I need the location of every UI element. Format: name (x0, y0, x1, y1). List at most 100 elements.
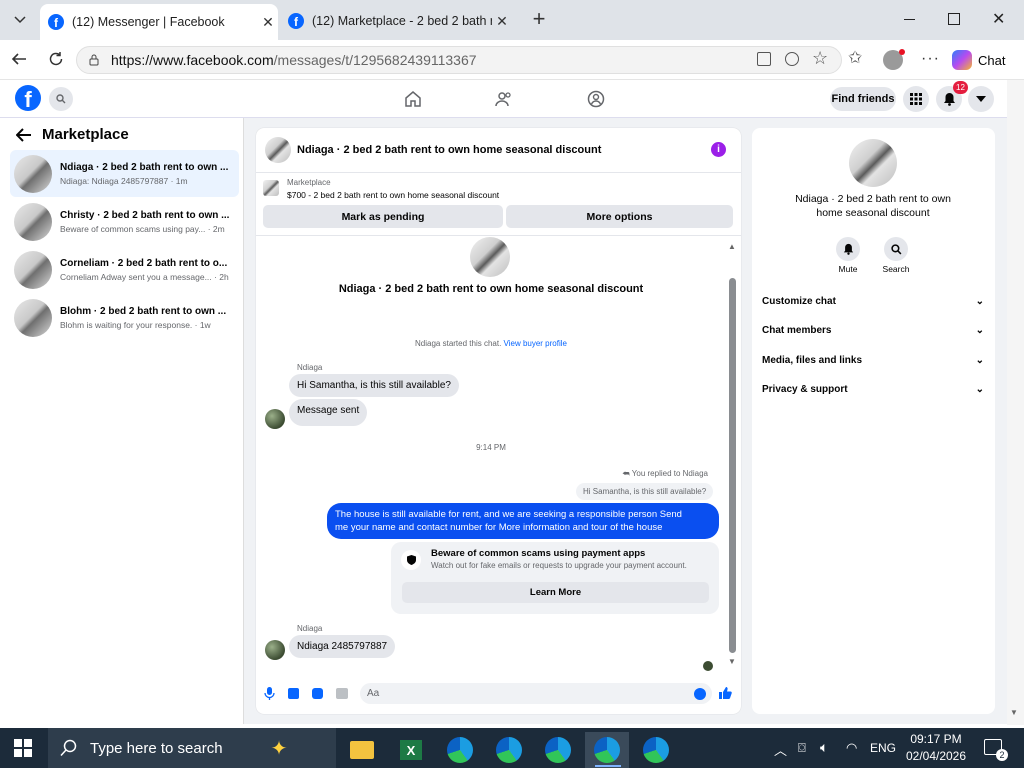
sender-name: Ndiaga (297, 624, 323, 633)
sticker-icon[interactable] (312, 688, 323, 699)
info-icon[interactable]: i (711, 142, 726, 157)
emoji-icon[interactable] (694, 688, 706, 700)
search-icon (890, 243, 901, 254)
find-friends-button[interactable]: Find friends (830, 87, 896, 111)
privacy-support-section[interactable]: Privacy & support ⌄ (762, 384, 984, 395)
search-icon[interactable] (49, 87, 73, 111)
scroll-down-arrow[interactable]: ▼ (728, 657, 736, 666)
sender-name: Ndiaga (297, 363, 323, 372)
search-button[interactable] (884, 237, 908, 261)
address-bar[interactable]: https://www.facebook.com/messages/t/1295… (76, 46, 842, 74)
listing-thumbnail (14, 154, 52, 193)
favorite-star-icon[interactable]: ☆ (812, 48, 828, 69)
clock-date[interactable]: 02/04/2026 (900, 749, 972, 763)
new-tab-button[interactable]: + (528, 8, 550, 31)
gif-icon[interactable] (336, 688, 348, 699)
groups-icon[interactable] (587, 90, 605, 108)
chevron-down-icon: ⌄ (975, 384, 984, 395)
copilot-label: Chat (978, 52, 1006, 68)
conversation-item[interactable]: Blohm · 2 bed 2 bath rent to own ... Blo… (10, 294, 239, 341)
chat-header-avatar[interactable] (265, 137, 291, 163)
view-buyer-profile-link[interactable]: View buyer profile (504, 339, 567, 348)
input-placeholder: Aa (367, 688, 380, 699)
app-available-icon[interactable] (757, 52, 771, 66)
chat-header-title[interactable]: Ndiaga · 2 bed 2 bath rent to own home s… (297, 144, 601, 156)
received-message[interactable]: Message sent (289, 399, 368, 426)
more-options-button[interactable]: More options (506, 205, 733, 228)
microphone-icon[interactable] (264, 687, 275, 700)
menu-grid-icon[interactable] (903, 86, 929, 112)
warning-title: Beware of common scams using payment app… (431, 548, 646, 559)
favorites-icon[interactable]: ✩ (848, 48, 862, 68)
friends-icon[interactable] (495, 90, 513, 108)
mark-as-pending-button[interactable]: Mark as pending (263, 205, 503, 228)
more-menu-icon[interactable]: ··· (921, 50, 940, 68)
network-icon[interactable]: ◠ (846, 740, 857, 756)
scroll-up-arrow[interactable]: ▲ (728, 242, 736, 251)
edge-taskbar-icon[interactable] (487, 732, 531, 768)
edge-taskbar-icon-active[interactable] (585, 732, 629, 768)
divider (256, 235, 741, 236)
sent-message-line: The house is still available for rent, a… (335, 509, 682, 520)
close-tab-icon[interactable]: ✕ (492, 13, 512, 30)
language-indicator[interactable]: ENG (870, 741, 896, 755)
customize-chat-section[interactable]: Customize chat ⌄ (762, 296, 984, 307)
reply-icon: ⮪ (622, 469, 630, 478)
start-button[interactable] (14, 739, 32, 757)
minimize-button[interactable] (900, 12, 920, 28)
zoom-icon[interactable] (785, 52, 799, 66)
listing-thumbnail[interactable] (263, 180, 279, 196)
tab-marketplace[interactable]: f (12) Marketplace - 2 bed 2 bath re ✕ (280, 6, 512, 36)
conversation-item[interactable]: Christy · 2 bed 2 bath rent to own ... B… (10, 198, 239, 245)
chat-scrollbar[interactable] (729, 278, 736, 653)
facebook-logo-icon[interactable]: f (15, 85, 41, 111)
taskbar-search-box[interactable]: Type here to search ✦ (48, 728, 336, 768)
refresh-button[interactable] (47, 50, 67, 70)
edge-taskbar-icon[interactable] (536, 732, 580, 768)
mute-button[interactable] (836, 237, 860, 261)
facebook-favicon-icon: f (288, 13, 304, 29)
started-text: Ndiaga started this chat. (415, 339, 502, 348)
chat-members-section[interactable]: Chat members ⌄ (762, 325, 984, 336)
close-tab-icon[interactable]: ✕ (258, 14, 278, 31)
search-label: Search (882, 264, 910, 274)
sender-avatar[interactable] (265, 640, 285, 660)
tab-actions-menu[interactable] (8, 10, 32, 30)
home-icon[interactable] (404, 90, 422, 108)
volume-icon[interactable]: 🔈︎ (820, 739, 828, 756)
listing-price-title[interactable]: $700 - 2 bed 2 bath rent to own home sea… (287, 190, 499, 200)
learn-more-button[interactable]: Learn More (402, 582, 709, 603)
edge-taskbar-icon[interactable] (634, 732, 678, 768)
media-files-links-section[interactable]: Media, files and links ⌄ (762, 355, 984, 366)
received-message[interactable]: Ndiaga 2485797887 (289, 635, 396, 658)
account-menu-icon[interactable] (968, 86, 994, 112)
tab-messenger[interactable]: f (12) Messenger | Facebook ✕ (40, 4, 278, 40)
warning-body: Watch out for fake emails or requests to… (431, 561, 687, 570)
show-hidden-icons[interactable]: ︿ (774, 740, 787, 759)
sender-avatar[interactable] (265, 409, 285, 429)
received-message[interactable]: Hi Samantha, is this still available? (289, 374, 459, 397)
restore-button[interactable] (948, 13, 960, 25)
page-scrollbar[interactable] (1007, 80, 1024, 725)
excel-taskbar-icon[interactable]: X (389, 732, 433, 768)
clock-time[interactable]: 09:17 PM (900, 732, 972, 746)
copilot-chat-button[interactable]: Chat (952, 48, 1014, 72)
file-explorer-taskbar-icon[interactable] (340, 732, 384, 768)
thumbs-up-icon[interactable] (718, 686, 732, 700)
section-label: Media, files and links (762, 355, 863, 366)
meet-now-icon[interactable]: ⌼ (798, 740, 806, 756)
photo-icon[interactable] (288, 688, 299, 699)
refresh-icon (49, 52, 63, 66)
info-avatar[interactable] (849, 139, 897, 187)
edge-taskbar-icon[interactable] (438, 732, 482, 768)
notification-center-count: 2 (996, 749, 1008, 761)
sent-message-bubble[interactable]: The house is still available for rent, a… (327, 503, 719, 539)
page-scroll-down-arrow[interactable]: ▼ (1010, 708, 1018, 717)
close-window-button[interactable]: ✕ (992, 9, 1010, 29)
back-arrow-icon[interactable] (16, 128, 32, 142)
conversation-item[interactable]: Corneliam · 2 bed 2 bath rent to o... Co… (10, 246, 239, 293)
conversation-item[interactable]: Ndiaga · 2 bed 2 bath rent to own ... Nd… (10, 150, 239, 197)
intro-title: Ndiaga · 2 bed 2 bath rent to own home s… (338, 283, 644, 295)
message-input[interactable]: Aa (360, 683, 712, 704)
back-button[interactable] (10, 50, 30, 70)
